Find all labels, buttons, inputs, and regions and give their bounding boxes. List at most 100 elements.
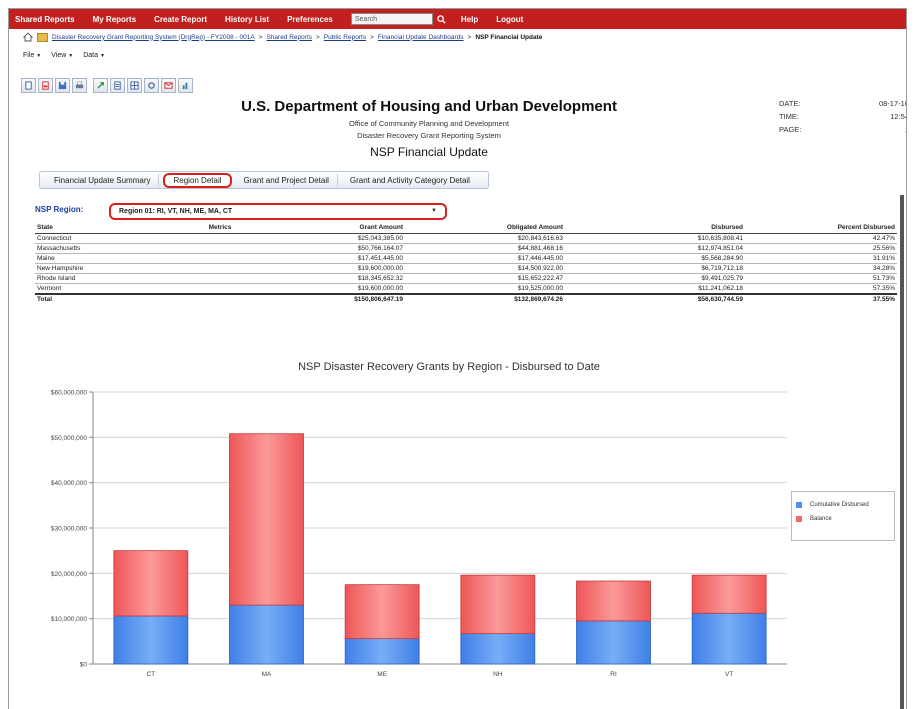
- tab-region-detail[interactable]: Region Detail: [163, 172, 232, 188]
- chart-icon[interactable]: [178, 77, 193, 93]
- nav-my-reports[interactable]: My Reports: [93, 15, 137, 24]
- x-tick-label: ME: [377, 671, 387, 678]
- menu-file[interactable]: File ▼: [23, 52, 41, 59]
- tab-grant-and-activity-category-detail[interactable]: Grant and Activity Category Detail: [342, 174, 478, 187]
- cell-obligated-amount: $14,500,922.00: [405, 263, 565, 274]
- y-tick-label: $20,000,000: [51, 571, 88, 578]
- date-label: DATE:: [779, 99, 801, 108]
- search-input[interactable]: Search: [350, 13, 433, 25]
- chevron-down-icon: ▼: [68, 52, 74, 59]
- print-icon[interactable]: [72, 77, 87, 93]
- tab-financial-update-summary[interactable]: Financial Update Summary: [46, 173, 160, 187]
- table-header-row: State Metrics Grant Amount Obligated Amo…: [35, 223, 897, 234]
- cell-state: Massachusetts: [35, 243, 165, 254]
- cell-percent-disbursed: 25.56%: [745, 243, 897, 254]
- region-select[interactable]: Region 01: RI, VT, NH, ME, MA, CT ▼: [109, 203, 447, 220]
- bar-disbursed-nh: [460, 633, 536, 665]
- cell-state: Total: [35, 292, 165, 304]
- column-header-state: State: [35, 223, 165, 234]
- breadcrumb-shared-reports[interactable]: Shared Reports: [266, 34, 312, 41]
- nav-logout[interactable]: Logout: [496, 15, 523, 24]
- region-selected-value: Region 01: RI, VT, NH, ME, MA, CT: [119, 208, 233, 215]
- breadcrumb-current: NSP Financial Update: [475, 33, 543, 41]
- report-subtitle-system: Disaster Recovery Grant Reporting System: [357, 131, 501, 140]
- chevron-down-icon: ▼: [431, 208, 437, 214]
- cell-disbursed: $6,719,712.18: [565, 263, 745, 274]
- x-tick-label: NH: [493, 671, 503, 678]
- cell-state: Vermont: [35, 283, 165, 294]
- tab-grant-and-project-detail[interactable]: Grant and Project Detail: [236, 173, 338, 187]
- y-tick-label: $40,000,000: [51, 480, 88, 487]
- cell-metrics: [165, 273, 275, 284]
- cell-percent-disbursed: 51.73%: [745, 273, 897, 284]
- breadcrumb-separator: >: [370, 33, 374, 41]
- menu-data[interactable]: Data ▼: [83, 52, 105, 59]
- menu-view[interactable]: View ▼: [51, 52, 73, 59]
- cell-state: Maine: [35, 253, 165, 264]
- cell-grant-amount: $50,766,164.07: [275, 243, 405, 254]
- legend-swatch-balance: [796, 516, 802, 522]
- cell-percent-disbursed: 57.35%: [745, 283, 897, 294]
- cell-state: Rhode Island: [35, 273, 165, 284]
- folder-icon: [37, 32, 48, 42]
- table-row: Vermont $19,600,000.00 $19,525,000.00 $11,2…: [35, 283, 897, 294]
- chart-title: NSP Disaster Recovery Grants by Region -…: [298, 361, 600, 373]
- bar-balance-vt: [691, 574, 767, 614]
- report-meta: DATE: 08-17-10 TIME: 12:54 PAGE: 1: [779, 99, 906, 138]
- bar-disbursed-ct: [113, 615, 189, 665]
- export-icon[interactable]: [93, 77, 108, 93]
- x-tick-label: RI: [610, 671, 617, 678]
- pdf-icon[interactable]: [38, 77, 53, 93]
- breadcrumb-separator: >: [258, 33, 263, 41]
- time-label: TIME:: [779, 112, 799, 121]
- refresh-icon[interactable]: [144, 77, 159, 93]
- nav-help[interactable]: Help: [461, 15, 478, 24]
- breadcrumb-public-reports[interactable]: Public Reports: [324, 34, 366, 41]
- column-header-percent-disbursed: Percent Disbursed: [745, 223, 897, 234]
- bar-balance-nh: [460, 574, 536, 635]
- breadcrumb-dashboards[interactable]: Financial Update Dashboards: [378, 34, 464, 41]
- y-tick-label: $50,000,000: [51, 435, 88, 442]
- cell-disbursed: $12,974,851.04: [565, 243, 745, 254]
- x-tick-label: MA: [262, 671, 272, 678]
- cell-disbursed: $9,491,025.79: [565, 273, 745, 284]
- nav-shared-reports[interactable]: Shared Reports: [15, 15, 75, 24]
- column-header-grant-amount: Grant Amount: [275, 223, 405, 234]
- report-name: NSP Financial Update: [370, 145, 488, 159]
- document-icon[interactable]: [21, 77, 36, 93]
- bar-disbursed-vt: [691, 612, 767, 665]
- cell-obligated-amount: $44,881,468.16: [405, 243, 565, 254]
- cell-obligated-amount: $132,869,674.26: [405, 292, 565, 304]
- breadcrumb-project[interactable]: Disaster Recovery Grant Reporting System…: [52, 34, 255, 41]
- bar-disbursed-ri: [576, 620, 651, 665]
- bar-disbursed-ma: [229, 604, 304, 665]
- toolbar: [21, 77, 195, 93]
- chevron-down-icon: ▼: [36, 52, 42, 59]
- x-tick-label: VT: [725, 671, 733, 678]
- grid-icon[interactable]: [127, 77, 142, 93]
- breadcrumb-separator: >: [316, 33, 320, 41]
- table-row: Maine $17,451,445.00 $17,446,445.00 $5,568,…: [35, 253, 897, 264]
- breadcrumb-separator: >: [467, 33, 472, 41]
- search-icon[interactable]: [435, 13, 449, 25]
- cell-disbursed: $11,241,062.18: [565, 283, 745, 294]
- cell-metrics: [165, 263, 275, 274]
- home-icon[interactable]: [23, 32, 33, 42]
- page-label: PAGE:: [779, 125, 802, 134]
- cell-grant-amount: $25,043,385.00: [275, 233, 405, 244]
- nav-preferences[interactable]: Preferences: [287, 15, 333, 24]
- mail-icon[interactable]: [161, 77, 176, 93]
- menu-data-label: Data: [83, 51, 99, 59]
- column-header-metrics: Metrics: [165, 223, 275, 234]
- y-tick-label: $10,000,000: [51, 616, 88, 623]
- legend-label-disbursed: Cumulative Disbursed: [810, 502, 869, 508]
- bar-disbursed-me: [344, 638, 420, 665]
- nav-history-list[interactable]: History List: [225, 15, 269, 24]
- page-setup-icon[interactable]: [110, 77, 125, 93]
- cell-percent-disbursed: 42.47%: [745, 233, 897, 244]
- nav-create-report[interactable]: Create Report: [154, 15, 207, 24]
- save-icon[interactable]: [55, 77, 70, 93]
- cell-grant-amount: $18,345,652.32: [275, 273, 405, 284]
- cell-disbursed: $10,635,808.41: [565, 233, 745, 244]
- region-data-table: State Metrics Grant Amount Obligated Amo…: [35, 223, 897, 304]
